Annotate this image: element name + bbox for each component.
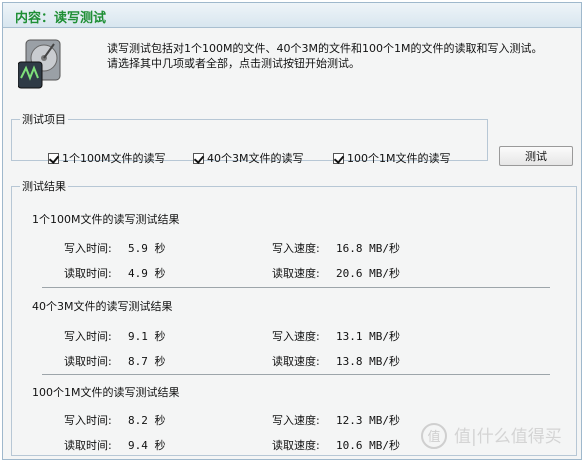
write-time-value: 8.2 秒: [128, 414, 166, 427]
read-time-label: 读取时间:: [64, 267, 112, 280]
watermark-text: 值|什么值得买: [454, 427, 562, 447]
checkbox-100m[interactable]: [48, 152, 59, 164]
test-button[interactable]: 测试: [499, 146, 573, 166]
checkbox-1m-label: 100个1M文件的读写: [347, 152, 451, 165]
test-items-group: 测试项目 1个100M文件的读写 40个3M文件的读写 100个1M文件的读写: [11, 111, 488, 165]
checkbox-3m[interactable]: [193, 152, 204, 164]
read-time-label: 读取时间:: [64, 355, 112, 368]
checkbox-3m-label: 40个3M文件的读写: [207, 152, 304, 165]
result-section-title: 1个100M文件的读写测试结果: [32, 213, 180, 226]
write-speed-value: 13.1 MB/秒: [336, 330, 400, 343]
read-time-value: 4.9 秒: [128, 267, 166, 280]
read-time-value: 8.7 秒: [128, 355, 166, 368]
write-time-label: 写入时间:: [64, 330, 112, 343]
write-speed-label: 写入速度:: [272, 242, 320, 255]
read-speed-label: 读取速度:: [272, 439, 320, 452]
read-write-test-panel: 内容：读写测试 读写测试包括对1个100M的文件、40个3M的文件和100个1M…: [2, 2, 582, 460]
checkbox-1m-option[interactable]: 100个1M文件的读写: [333, 151, 451, 165]
checkbox-1m[interactable]: [333, 152, 344, 164]
write-time-label: 写入时间:: [64, 414, 112, 427]
panel-header: 内容：读写测试: [3, 3, 581, 28]
checkbox-100m-option[interactable]: 1个100M文件的读写: [48, 151, 166, 165]
result-section-title: 100个1M文件的读写测试结果: [32, 386, 180, 399]
description-text: 读写测试包括对1个100M的文件、40个3M的文件和100个1M的文件的读取和写…: [107, 42, 543, 70]
hard-disk-icon: [18, 39, 61, 89]
section-divider: [42, 374, 550, 375]
read-speed-value: 10.6 MB/秒: [336, 439, 400, 452]
test-items-legend: 测试项目: [22, 113, 66, 126]
section-divider: [42, 287, 550, 288]
read-time-value: 9.4 秒: [128, 439, 166, 452]
test-results-legend: 测试结果: [22, 180, 66, 193]
smzdm-logo-icon: 值 值|什么值得买: [421, 423, 562, 449]
watermark-mark: 值: [427, 429, 440, 445]
write-speed-label: 写入速度:: [272, 330, 320, 343]
result-section-title: 40个3M文件的读写测试结果: [32, 300, 173, 313]
test-results-group: 测试结果 1个100M文件的读写测试结果 写入时间: 5.9 秒 写入速度: 1…: [11, 178, 577, 456]
write-time-value: 5.9 秒: [128, 242, 166, 255]
write-time-label: 写入时间:: [64, 242, 112, 255]
write-speed-label: 写入速度:: [272, 414, 320, 427]
checkbox-100m-label: 1个100M文件的读写: [62, 152, 166, 165]
write-speed-value: 12.3 MB/秒: [336, 414, 400, 427]
write-time-value: 9.1 秒: [128, 330, 166, 343]
write-speed-value: 16.8 MB/秒: [336, 242, 400, 255]
read-speed-value: 13.8 MB/秒: [336, 355, 400, 368]
panel-title: 内容：读写测试: [15, 11, 107, 26]
read-time-label: 读取时间:: [64, 439, 112, 452]
read-speed-label: 读取速度:: [272, 355, 320, 368]
read-speed-value: 20.6 MB/秒: [336, 267, 400, 280]
read-speed-label: 读取速度:: [272, 267, 320, 280]
checkbox-3m-option[interactable]: 40个3M文件的读写: [193, 151, 304, 165]
